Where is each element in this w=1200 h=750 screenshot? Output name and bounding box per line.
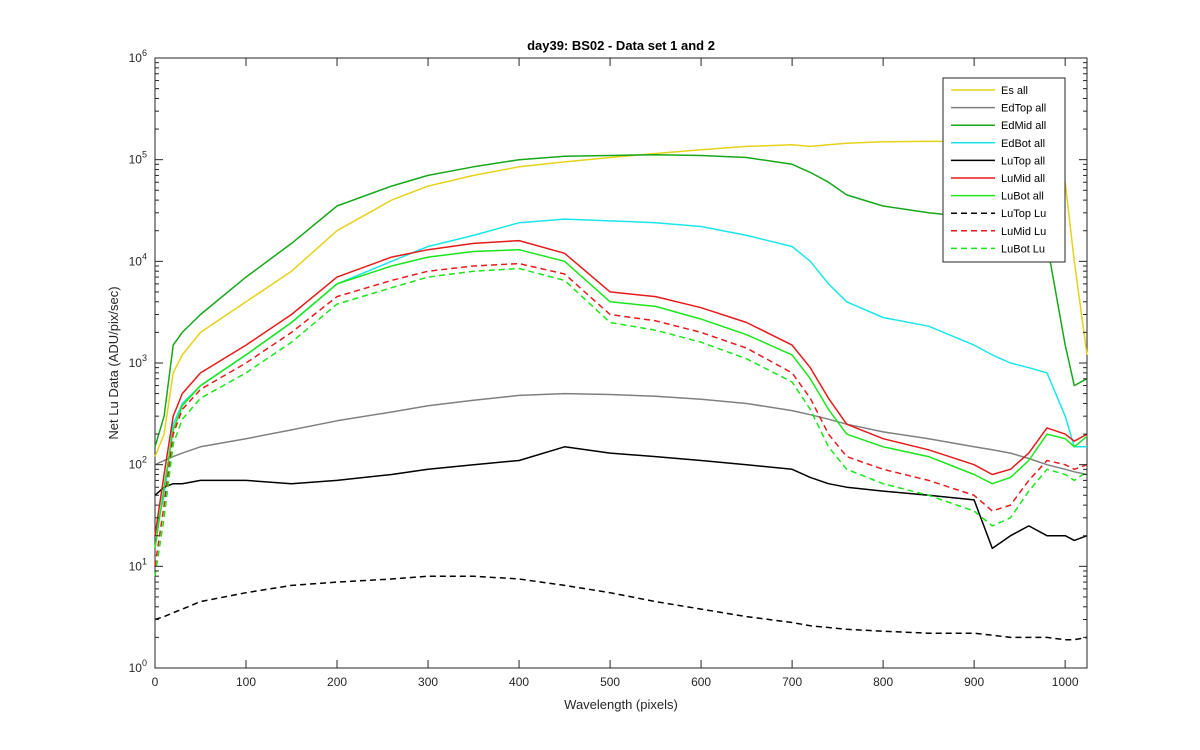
legend-label: LuBot Lu — [1001, 243, 1045, 255]
y-tick-exponent: 0 — [142, 658, 147, 668]
x-tick-label: 100 — [236, 675, 256, 689]
y-tick-exponent: 1 — [142, 556, 147, 566]
x-tick-label: 200 — [327, 675, 347, 689]
x-tick-label: 0 — [152, 675, 159, 689]
y-tick-base: 10 — [129, 51, 143, 65]
y-tick-exponent: 4 — [142, 251, 147, 261]
x-axis-label: Wavelength (pixels) — [564, 697, 678, 712]
legend: Es all EdTop all EdMid all EdBot all LuTop a… — [942, 77, 1066, 263]
x-tick-label: 700 — [782, 675, 802, 689]
x-tick-label: 600 — [691, 675, 711, 689]
y-tick-base: 10 — [129, 661, 143, 675]
y-tick-exponent: 5 — [142, 150, 147, 160]
legend-label: EdTop all — [1001, 103, 1046, 115]
x-tick-label: 900 — [964, 675, 984, 689]
y-tick-exponent: 2 — [142, 455, 147, 465]
y-tick-exponent: 3 — [142, 353, 147, 363]
legend-label: EdMid all — [1001, 120, 1046, 132]
y-tick-base: 10 — [129, 458, 143, 472]
x-tick-label: 300 — [418, 675, 438, 689]
y-tick-base: 10 — [129, 356, 143, 370]
y-tick-base: 10 — [129, 559, 143, 573]
legend-label: Es all — [1001, 85, 1028, 97]
chart-title: day39: BS02 - Data set 1 and 2 — [527, 38, 715, 53]
x-tick-label: 400 — [509, 675, 529, 689]
x-tick-label: 500 — [600, 675, 620, 689]
legend-label: EdBot all — [1001, 138, 1045, 150]
y-tick-base: 10 — [129, 153, 143, 167]
legend-label: LuBot all — [1001, 191, 1044, 203]
x-tick-label: 800 — [873, 675, 893, 689]
legend-label: LuTop all — [1001, 155, 1045, 167]
y-tick-base: 10 — [129, 254, 143, 268]
chart: day39: BS02 - Data set 1 and 2 0 100 200 30… — [0, 0, 1200, 750]
x-tick-label: 1000 — [1052, 675, 1079, 689]
legend-label: LuMid all — [1001, 173, 1045, 185]
legend-label: LuTop Lu — [1001, 208, 1046, 220]
y-tick-exponent: 6 — [142, 48, 147, 58]
y-axis-label: Net Lu Data (ADU/pix/sec) — [106, 286, 121, 439]
legend-label: LuMid Lu — [1001, 226, 1046, 238]
